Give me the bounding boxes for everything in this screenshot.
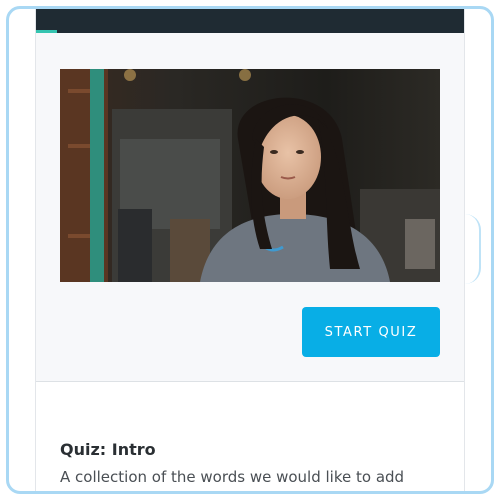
- screenshot-frame: START QUIZ Quiz: Intro A collection of t…: [6, 6, 494, 494]
- start-quiz-button[interactable]: START QUIZ: [302, 307, 440, 357]
- quiz-info: Quiz: Intro A collection of the words we…: [36, 382, 464, 491]
- quiz-panel: START QUIZ Quiz: Intro A collection of t…: [35, 9, 465, 491]
- video-frame-image: [60, 69, 440, 282]
- page-edge-decoration: [465, 214, 481, 284]
- top-bar: [36, 9, 464, 33]
- video-player[interactable]: [60, 69, 440, 282]
- progress-bar: [36, 30, 58, 33]
- quiz-description: A collection of the words we would like …: [60, 468, 405, 486]
- quiz-title: Quiz: Intro: [60, 440, 156, 459]
